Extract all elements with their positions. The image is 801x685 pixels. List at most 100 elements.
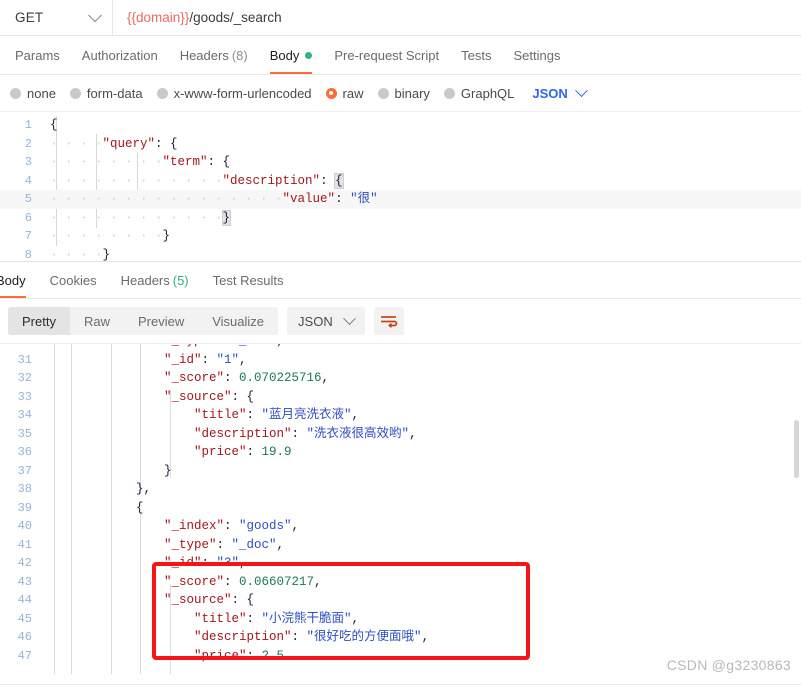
tab-body[interactable]: Body (259, 36, 324, 74)
line-number: 47 (17, 648, 32, 663)
body-type-urlencoded[interactable]: x-www-form-urlencoded (156, 86, 312, 101)
url-input[interactable]: {{domain}}/goods/_search (113, 0, 801, 35)
view-mode-pretty[interactable]: Pretty (8, 307, 70, 335)
code-line: 31 "_id": "1", (0, 351, 801, 370)
request-body-format-label: JSON (532, 85, 568, 101)
code-line: 34 "title": "蓝月亮洗衣液", (0, 406, 801, 425)
code-line: 38 }, (0, 480, 801, 499)
tab-body-label: Body (269, 47, 300, 63)
line-number: 1 (24, 118, 32, 132)
chevron-down-icon (342, 311, 356, 325)
code-line: 46 "description": "很好吃的方便面哦", (0, 628, 801, 647)
view-mode-raw-label: Raw (83, 313, 110, 329)
watermark-text: CSDN @g3230863 (666, 657, 791, 673)
radio-icon (156, 87, 168, 99)
request-body-editor[interactable]: 1 { 2 · · · ·"query": { 3 · · · · · · · … (0, 112, 801, 262)
response-tab-headers-count: (5) (172, 272, 189, 288)
body-type-none[interactable]: none (10, 86, 56, 101)
response-tab-headers[interactable]: Headers (5) (109, 262, 201, 298)
tab-tests-label: Tests (461, 47, 492, 63)
chevron-down-icon (574, 83, 588, 97)
code-line: 32 "_score": 0.070225716, (0, 369, 801, 388)
tab-settings-label: Settings (513, 47, 561, 63)
tab-params[interactable]: Params (4, 36, 71, 74)
url-path-text: /goods/_search (189, 10, 282, 25)
view-mode-preview[interactable]: Preview (123, 307, 199, 335)
code-line: 41 "_type": "_doc", (0, 536, 801, 555)
body-type-binary-label: binary (394, 85, 430, 101)
code-line: 30 "_type": "_doc", (0, 344, 801, 351)
response-tab-body[interactable]: Body (0, 262, 38, 298)
body-type-graphql-label: GraphQL (460, 85, 515, 101)
postman-window: GET {{domain}}/goods/_search Params Auth… (0, 0, 801, 685)
response-format-select[interactable]: JSON (287, 307, 365, 335)
code-line: 2 · · · ·"query": { (0, 135, 801, 154)
view-mode-visualize[interactable]: Visualize (198, 307, 279, 335)
line-number: 31 (17, 352, 32, 367)
line-text: "_source": { (164, 389, 255, 404)
line-number: 38 (17, 482, 32, 496)
radio-icon (10, 87, 21, 99)
body-type-raw-label: raw (342, 85, 364, 101)
response-tab-test-results[interactable]: Test Results (201, 262, 296, 298)
chevron-down-icon (87, 7, 103, 22)
tab-pre-request-script[interactable]: Pre-request Script (323, 36, 450, 74)
line-number: 43 (17, 574, 32, 589)
body-type-binary[interactable]: binary (377, 85, 430, 101)
code-line: 3 · · · · · · · ·"term": { (0, 153, 801, 172)
line-text: · · · · · · · · · · · · · · · ·"value": … (50, 192, 378, 206)
line-number: 3 (24, 155, 32, 169)
line-number: 30 (0, 344, 42, 351)
line-number: 5 (24, 192, 32, 206)
line-number: 46 (17, 630, 32, 644)
tab-authorization[interactable]: Authorization (71, 36, 169, 74)
request-body-format-select[interactable]: JSON (532, 83, 588, 101)
tab-headers[interactable]: Headers (8) (169, 36, 259, 74)
radio-icon (377, 87, 389, 99)
radio-selected-icon (325, 87, 337, 99)
line-number: 2 (24, 136, 32, 151)
line-number: 39 (17, 500, 32, 515)
line-text: · · · · · · · · · · · ·"description": { (50, 172, 344, 189)
code-line: 37 } (0, 462, 801, 481)
response-tab-cookies[interactable]: Cookies (38, 262, 109, 298)
code-line: 36 "price": 19.9 (0, 443, 801, 462)
response-toolbar: Pretty Raw Preview Visualize JSON (0, 299, 801, 343)
line-number: 33 (17, 389, 32, 404)
line-number: 40 (17, 519, 32, 533)
line-number: 41 (17, 537, 32, 552)
body-type-raw[interactable]: raw (325, 85, 364, 101)
view-mode-preview-label: Preview (137, 313, 185, 329)
line-number: 32 (17, 371, 32, 385)
line-text: "_source": { (164, 593, 255, 607)
response-tab-body-label: Body (0, 272, 26, 288)
code-line: 44 "_source": { (0, 591, 801, 610)
code-line: 7 · · · · · · · ·} (0, 227, 801, 246)
body-type-graphql[interactable]: GraphQL (443, 85, 515, 101)
response-body-viewer[interactable]: 30 "_type": "_doc", 31 "_id": "1", 32 "_… (0, 343, 801, 685)
word-wrap-button[interactable] (373, 307, 404, 335)
body-type-row: none form-data x-www-form-urlencoded raw… (0, 75, 801, 112)
line-number: 45 (17, 611, 32, 626)
line-number: 42 (17, 556, 32, 570)
http-method-select[interactable]: GET (0, 0, 113, 35)
tab-tests[interactable]: Tests (450, 36, 502, 74)
line-text: · · · ·"query": { (50, 136, 178, 151)
request-url-bar: GET {{domain}}/goods/_search (0, 0, 801, 36)
code-line: 35 "description": "洗衣液很高效哟", (0, 425, 801, 444)
http-method-label: GET (15, 10, 44, 25)
response-format-label: JSON (298, 313, 333, 329)
line-number: 34 (17, 408, 32, 422)
vertical-scrollbar-thumb[interactable] (794, 420, 799, 478)
line-text: · · · · · · · ·"term": { (50, 155, 231, 169)
radio-icon (69, 87, 81, 99)
tab-settings[interactable]: Settings (502, 36, 571, 74)
code-line: 1 { (0, 116, 801, 135)
tab-params-label: Params (15, 47, 60, 63)
code-line: 4 · · · · · · · · · · · ·"description": … (0, 172, 801, 191)
tab-authorization-label: Authorization (81, 47, 158, 63)
body-type-form-data[interactable]: form-data (69, 86, 143, 101)
view-mode-pretty-label: Pretty (22, 313, 56, 329)
view-mode-raw[interactable]: Raw (69, 307, 124, 335)
response-tab-cookies-label: Cookies (49, 272, 97, 288)
